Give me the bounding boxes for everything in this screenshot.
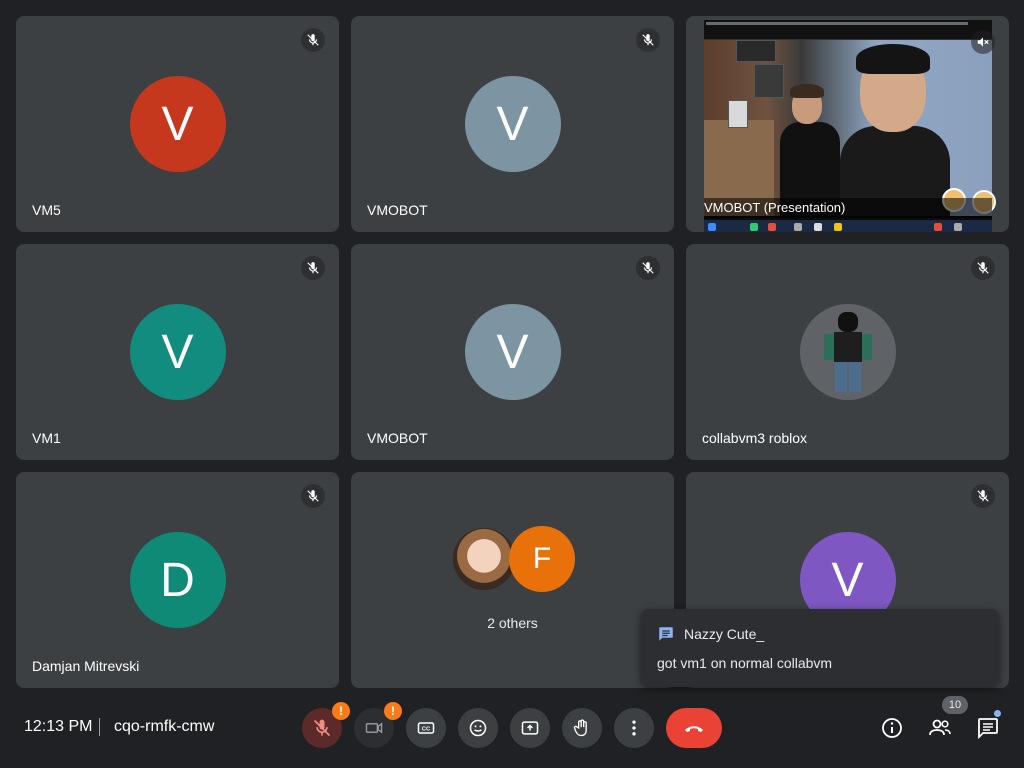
mic-off-icon bbox=[636, 28, 660, 52]
participant-tile[interactable]: D Damjan Mitrevski bbox=[16, 472, 339, 688]
video-frame bbox=[704, 40, 996, 216]
avatar: V bbox=[464, 304, 561, 400]
unread-dot bbox=[994, 710, 1001, 717]
participant-name: collabvm3 roblox bbox=[702, 430, 808, 446]
avatar-photo bbox=[451, 526, 517, 592]
mic-off-icon bbox=[636, 256, 660, 280]
chat-sender: Nazzy Cute_ bbox=[684, 626, 765, 642]
participant-name: VM5 bbox=[32, 202, 61, 218]
chat-message: got vm1 on normal collabvm bbox=[657, 655, 833, 671]
chat-icon bbox=[978, 718, 998, 740]
taskbar bbox=[704, 220, 992, 232]
smiley-icon bbox=[469, 719, 487, 737]
meeting-info-button[interactable] bbox=[878, 714, 906, 742]
avatar bbox=[799, 304, 896, 400]
people-icon bbox=[929, 719, 951, 736]
chat-icon bbox=[657, 625, 675, 648]
chat-button[interactable] bbox=[974, 714, 1002, 742]
mic-off-icon bbox=[971, 484, 995, 508]
avatar: F bbox=[509, 526, 575, 592]
people-button[interactable] bbox=[926, 714, 954, 742]
closed-captions-icon: CC bbox=[417, 722, 435, 734]
participant-name: VMOBOT bbox=[367, 430, 428, 446]
others-tile[interactable]: F 2 others bbox=[351, 472, 674, 688]
participant-name: VMOBOT bbox=[367, 202, 428, 218]
presentation-tile[interactable]: VMOBOT (Presentation) bbox=[686, 16, 1009, 232]
microphone-button[interactable]: ! bbox=[302, 702, 350, 748]
bottom-bar: 12:13 PM cqo-rmfk-cmw ! ! CC bbox=[0, 688, 1024, 768]
raise-hand-button[interactable] bbox=[562, 708, 602, 748]
warning-badge: ! bbox=[332, 702, 350, 720]
people-count-badge: 10 bbox=[942, 696, 968, 714]
presentation-caption: VMOBOT (Presentation) bbox=[704, 198, 992, 218]
avatar: V bbox=[129, 304, 226, 400]
captions-button[interactable]: CC bbox=[406, 708, 446, 748]
meeting-code: cqo-rmfk-cmw bbox=[114, 718, 215, 735]
participant-name: Damjan Mitrevski bbox=[32, 658, 140, 674]
participant-tile[interactable]: V VMOBOT bbox=[351, 16, 674, 232]
reactions-button[interactable] bbox=[458, 708, 498, 748]
mic-off-icon bbox=[971, 256, 995, 280]
participant-tile[interactable]: V VMOBOT bbox=[351, 244, 674, 460]
participant-grid: V VM5 V VMOBOT VMOBOT (Presentation) V V… bbox=[16, 16, 1009, 688]
avatar: V bbox=[464, 76, 561, 172]
present-screen-icon bbox=[521, 721, 539, 735]
hand-icon bbox=[573, 719, 587, 737]
participant-name: VM1 bbox=[32, 430, 61, 446]
avatar: D bbox=[129, 532, 226, 628]
leave-call-button[interactable] bbox=[666, 708, 722, 748]
divider bbox=[99, 718, 100, 736]
more-vert-icon bbox=[632, 720, 636, 736]
speaker-off-icon bbox=[971, 30, 995, 54]
camera-off-icon bbox=[365, 722, 383, 734]
present-button[interactable] bbox=[510, 708, 550, 748]
participant-tile[interactable]: collabvm3 roblox bbox=[686, 244, 1009, 460]
more-options-button[interactable] bbox=[614, 708, 654, 748]
mic-off-icon bbox=[301, 28, 325, 52]
hang-up-icon bbox=[685, 726, 703, 732]
group-avatars: F bbox=[451, 526, 577, 592]
mic-off-icon bbox=[313, 719, 331, 737]
mic-off-icon bbox=[301, 484, 325, 508]
info-icon bbox=[882, 718, 902, 738]
chat-notification[interactable]: Nazzy Cute_ got vm1 on normal collabvm bbox=[641, 609, 999, 687]
camera-button[interactable]: ! bbox=[354, 702, 402, 748]
svg-text:CC: CC bbox=[422, 727, 431, 733]
warning-badge: ! bbox=[384, 702, 402, 720]
avatar: V bbox=[129, 76, 226, 172]
presentation-video: VMOBOT (Presentation) bbox=[704, 20, 996, 232]
others-label: 2 others bbox=[487, 615, 538, 631]
mic-off-icon bbox=[301, 256, 325, 280]
participant-tile[interactable]: V VM5 bbox=[16, 16, 339, 232]
participant-tile[interactable]: V VM1 bbox=[16, 244, 339, 460]
video-topbar bbox=[704, 20, 992, 40]
meeting-time: 12:13 PM bbox=[24, 718, 93, 735]
